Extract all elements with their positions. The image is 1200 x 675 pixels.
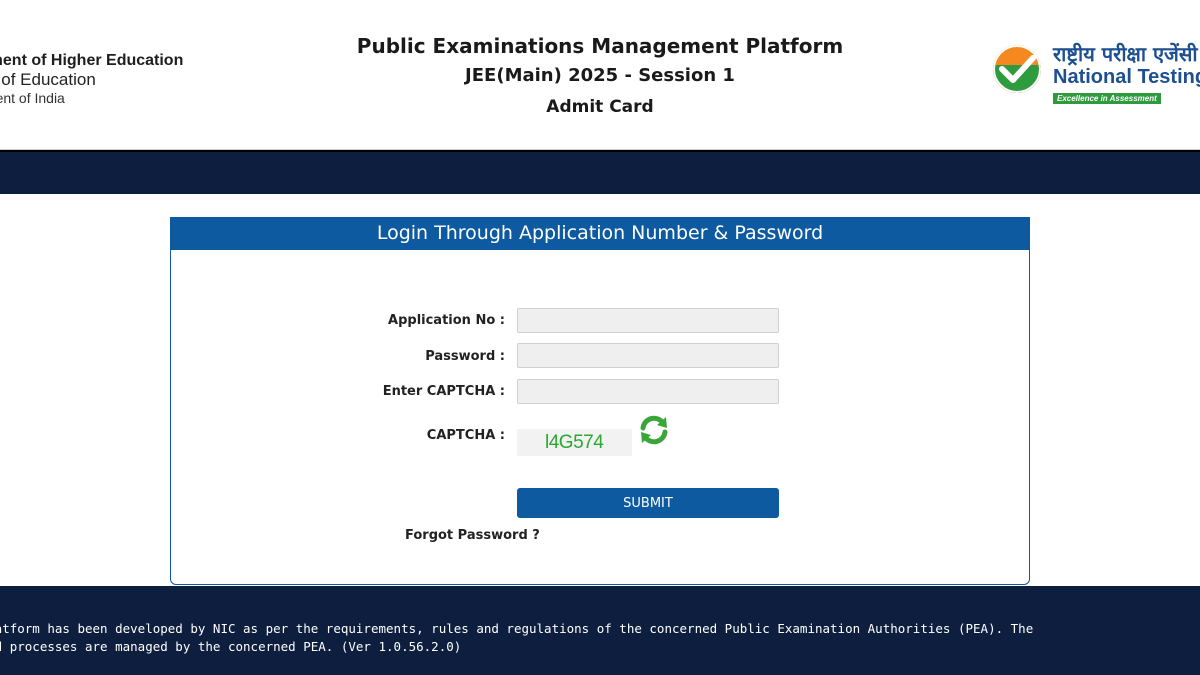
application-number-input[interactable] xyxy=(517,308,779,333)
nta-logo-icon xyxy=(993,45,1041,93)
ministry-name: Ministry of Education xyxy=(0,70,96,89)
government-name: Government of India xyxy=(0,90,65,106)
nta-tagline: Excellence in Assessment xyxy=(1053,93,1161,104)
nta-hindi-name: राष्ट्रीय परीक्षा एजेंसी xyxy=(1053,42,1198,66)
page-header: Department of Higher Education Ministry … xyxy=(0,0,1200,150)
application-number-label: Application No : xyxy=(388,313,505,328)
platform-title-block: Public Examinations Management Platform … xyxy=(300,32,900,122)
captcha-input[interactable] xyxy=(517,379,779,404)
login-panel-heading: Login Through Application Number & Passw… xyxy=(170,217,1030,250)
password-input[interactable] xyxy=(517,343,779,368)
login-panel: Login Through Application Number & Passw… xyxy=(170,217,1030,585)
captcha-image: l4G574 xyxy=(517,429,632,456)
department-name: Department of Higher Education xyxy=(0,52,184,69)
captcha-input-label: Enter CAPTCHA : xyxy=(382,384,505,399)
refresh-icon[interactable] xyxy=(637,413,671,447)
forgot-password-link[interactable]: Forgot Password ? xyxy=(405,528,540,543)
navigation-bar xyxy=(0,150,1200,194)
submit-button[interactable]: SUBMIT xyxy=(517,488,779,518)
page-name: Admit Card xyxy=(546,97,654,117)
ministry-block: Department of Higher Education Ministry … xyxy=(0,52,238,107)
exam-session-title: JEE(Main) 2025 - Session 1 xyxy=(465,65,735,86)
password-label: Password : xyxy=(425,349,505,364)
captcha-label: CAPTCHA : xyxy=(426,428,505,443)
page-footer: This platform has been developed by NIC … xyxy=(0,586,1200,675)
nta-english-name: National Testing Agency xyxy=(1053,66,1200,88)
footer-disclaimer: This platform has been developed by NIC … xyxy=(0,621,1034,654)
platform-title: Public Examinations Management Platform xyxy=(356,34,844,58)
